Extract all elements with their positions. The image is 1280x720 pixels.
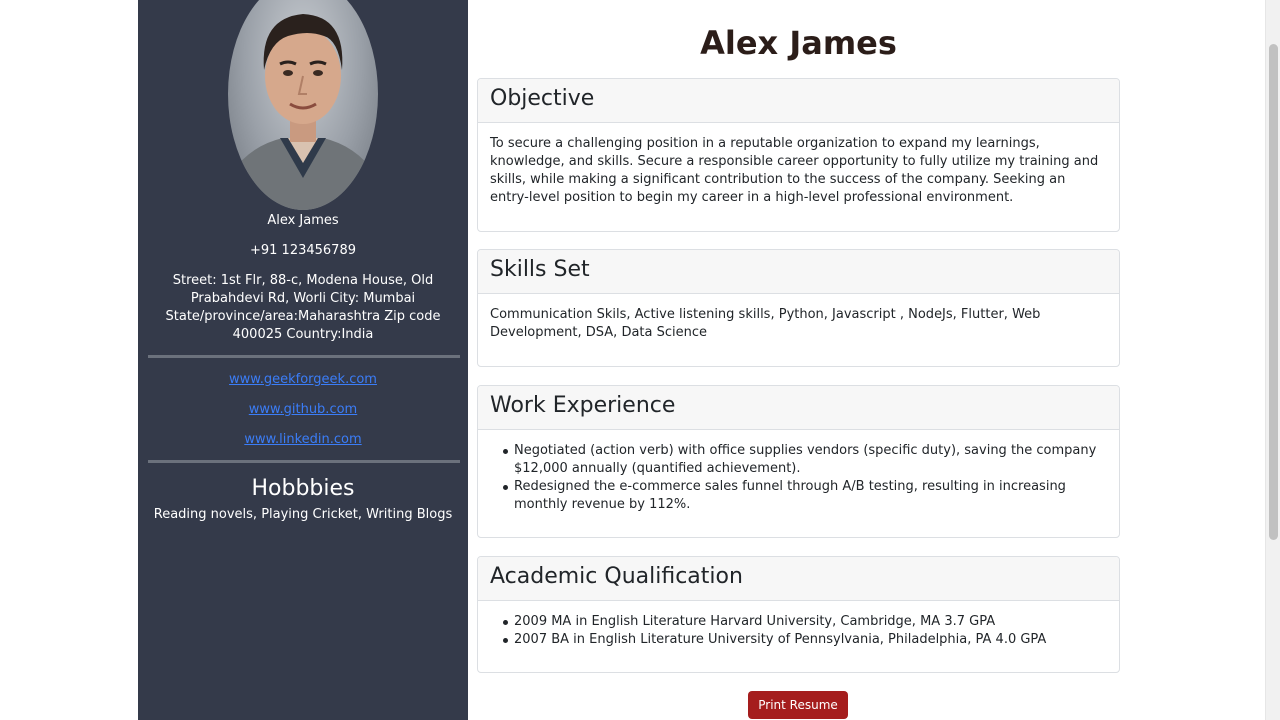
resume-page: Alex James +91 123456789 Street: 1st Flr…	[0, 0, 1280, 720]
scrollbar-thumb[interactable]	[1269, 44, 1278, 540]
experience-heading: Work Experience	[478, 386, 1119, 430]
sidebar-divider	[148, 460, 460, 463]
skills-text: Communication Skils, Active listening sk…	[490, 307, 1041, 340]
skills-heading: Skills Set	[478, 250, 1119, 294]
academic-list: 2009 MA in English Literature Harvard Un…	[490, 613, 1107, 649]
hobbies-title: Hobbbies	[251, 476, 355, 501]
link-linkedin[interactable]: www.linkedin.com	[138, 431, 468, 449]
experience-card: Work Experience Negotiated (action verb)…	[477, 385, 1120, 538]
list-item: Redesigned the e-commerce sales funnel t…	[502, 478, 1107, 514]
objective-heading: Objective	[478, 79, 1119, 123]
list-item: 2007 BA in English Literature University…	[502, 631, 1107, 649]
print-resume-button[interactable]: Print Resume	[748, 691, 848, 719]
sidebar-phone: +91 123456789	[249, 243, 356, 258]
skills-card: Skills Set Communication Skils, Active l…	[477, 249, 1120, 367]
experience-body: Negotiated (action verb) with office sup…	[478, 430, 1119, 526]
hobbies-text: Reading novels, Playing Cricket, Writing…	[153, 507, 453, 522]
link-geekforgeek[interactable]: www.geekforgeek.com	[138, 371, 468, 389]
academic-card: Academic Qualification 2009 MA in Englis…	[477, 556, 1120, 673]
objective-text: To secure a challenging position in a re…	[490, 136, 1099, 205]
sidebar-divider	[148, 355, 460, 358]
sidebar: Alex James +91 123456789 Street: 1st Flr…	[138, 0, 468, 720]
academic-heading: Academic Qualification	[478, 557, 1119, 601]
page-title: Alex James	[700, 24, 897, 62]
sidebar-address: Street: 1st Flr, 88-c, Modena House, Old…	[165, 273, 441, 342]
list-item: 2009 MA in English Literature Harvard Un…	[502, 613, 1107, 631]
experience-list: Negotiated (action verb) with office sup…	[490, 442, 1107, 514]
page-scrollbar[interactable]	[1265, 0, 1280, 720]
link-github[interactable]: www.github.com	[138, 401, 468, 419]
profile-photo	[228, 0, 378, 210]
objective-card: Objective To secure a challenging positi…	[477, 78, 1120, 232]
academic-body: 2009 MA in English Literature Harvard Un…	[478, 601, 1119, 661]
sidebar-name: Alex James	[267, 213, 339, 228]
list-item: Negotiated (action verb) with office sup…	[502, 442, 1107, 478]
